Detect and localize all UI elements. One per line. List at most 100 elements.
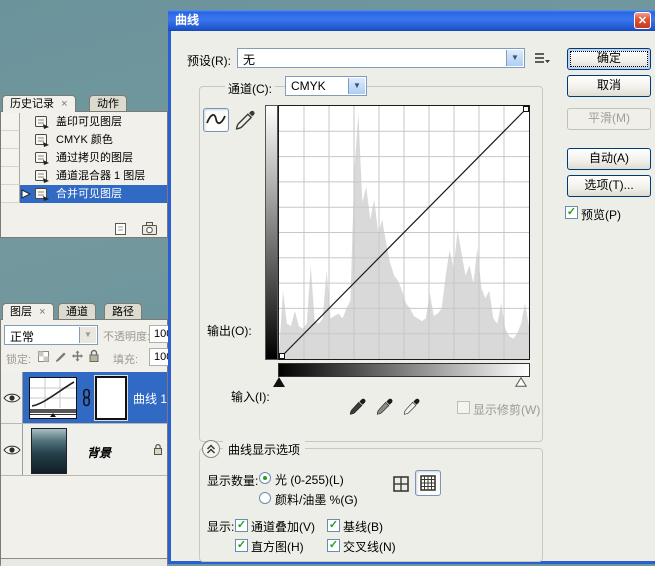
grid-2x2-icon[interactable] [393, 476, 409, 492]
history-source-cell[interactable] [1, 131, 20, 149]
amount-label: 显示数量: [207, 472, 258, 489]
history-panel: 历史记录 × 动作 盖印可见图层 CMYK 颜色 通过拷贝的图层 [0, 95, 168, 238]
pigment-radio[interactable] [259, 492, 271, 504]
opacity-field[interactable]: 100% [149, 325, 169, 343]
tab-close-icon[interactable]: × [61, 98, 67, 110]
history-source-cell[interactable] [1, 185, 20, 203]
layer-row-curves[interactable]: 曲线 1 [1, 372, 167, 424]
highlight-input-slider[interactable] [515, 377, 527, 387]
shadow-input-slider[interactable] [273, 377, 285, 387]
preview-checkbox[interactable]: ✓ [565, 206, 578, 219]
preset-label: 预设(R): [187, 52, 231, 69]
history-brush-pointer-icon[interactable] [21, 189, 31, 199]
history-item-label: CMYK 颜色 [56, 131, 113, 149]
background-lock-icon [153, 443, 163, 456]
preset-select[interactable]: 无 ▼ [237, 48, 525, 68]
layer-row-background[interactable]: 背景 [1, 424, 167, 476]
detailed-grid-button[interactable] [415, 470, 441, 496]
history-source-cell[interactable] [1, 149, 20, 167]
history-item[interactable]: CMYK 颜色 [1, 131, 167, 149]
light-radio[interactable] [259, 472, 271, 484]
history-item[interactable]: 通道混合器 1 图层 [1, 167, 167, 185]
preview-label: 预览(P) [581, 206, 621, 223]
lock-brush-icon[interactable] [54, 350, 67, 363]
lock-all-icon[interactable] [88, 349, 100, 363]
tab-actions[interactable]: 动作 [89, 95, 127, 112]
visibility-toggle[interactable] [1, 424, 23, 475]
curve-graph[interactable] [278, 105, 530, 360]
curve-tool-button[interactable] [203, 108, 229, 132]
history-source-cell[interactable] [1, 113, 20, 131]
eye-icon [3, 444, 21, 456]
pencil-tool-icon[interactable] [233, 108, 257, 132]
new-document-from-state-icon[interactable] [113, 222, 128, 236]
layers-panel: 图层 × 通道 路径 正常 ▼ 不透明度: 100% 锁定: 填充: 100% [0, 303, 168, 564]
close-button[interactable]: ✕ [634, 12, 651, 29]
gray-point-eyedropper-icon[interactable] [376, 398, 393, 417]
black-point-eyedropper-icon[interactable] [349, 398, 366, 417]
channel-overlay-checkbox[interactable]: ✓ [235, 519, 248, 532]
history-item[interactable]: 盖印可见图层 [1, 113, 167, 131]
ok-button[interactable]: 确定 [567, 48, 651, 70]
visibility-toggle[interactable] [1, 372, 23, 423]
tab-history[interactable]: 历史记录 × [2, 95, 76, 112]
history-list: 盖印可见图层 CMYK 颜色 通过拷贝的图层 通道混合器 1 图层 [1, 113, 167, 203]
history-source-cell[interactable] [1, 167, 20, 185]
preset-options-icon[interactable] [533, 51, 551, 66]
options-button[interactable]: 选项(T)... [567, 175, 651, 197]
chevron-down-icon[interactable]: ▼ [506, 50, 523, 66]
layer-mask-thumbnail[interactable] [95, 376, 127, 420]
histogram-checkbox[interactable]: ✓ [235, 539, 248, 552]
curves-dialog: 曲线 ✕ 预设(R): 无 ▼ 确定 取消 平滑(M) 自动(A) 选项(T).… [168, 10, 655, 564]
blend-mode-value: 正常 [10, 328, 34, 345]
options-button-label: 选项(T)... [584, 178, 633, 192]
background-thumbnail[interactable] [31, 428, 67, 474]
history-item[interactable]: 通过拷贝的图层 [1, 149, 167, 167]
history-item-label: 通过拷贝的图层 [56, 149, 133, 167]
history-item-selected[interactable]: 合并可见图层 [1, 185, 167, 203]
auto-button[interactable]: 自动(A) [567, 148, 651, 170]
channel-overlay-label: 通道叠加(V) [251, 518, 315, 535]
link-icon[interactable] [81, 388, 92, 407]
dialog-titlebar[interactable]: 曲线 ✕ [168, 10, 655, 31]
opacity-label: 不透明度: [103, 328, 150, 344]
chevron-down-icon[interactable]: ▼ [79, 327, 96, 343]
blend-mode-select[interactable]: 正常 ▼ [4, 325, 98, 345]
input-label: 输入(I): [231, 388, 270, 405]
tab-actions-label: 动作 [97, 98, 119, 110]
display-options-header: 曲线显示选项 [223, 441, 305, 458]
curves-adjustment-thumbnail[interactable] [29, 377, 77, 419]
lock-transparency-icon[interactable] [37, 350, 50, 363]
history-state-icon [34, 115, 50, 129]
chevron-down-icon[interactable]: ▼ [348, 78, 365, 94]
fill-label: 填充: [113, 351, 138, 367]
tab-channels[interactable]: 通道 [58, 303, 96, 320]
tab-paths[interactable]: 路径 [104, 303, 142, 320]
channel-select[interactable]: CMYK ▼ [285, 76, 367, 96]
curve-icon [204, 109, 228, 131]
baseline-checkbox[interactable]: ✓ [327, 519, 340, 532]
history-item-label: 盖印可见图层 [56, 113, 122, 131]
histogram-label: 直方图(H) [251, 538, 304, 555]
intersection-checkbox[interactable]: ✓ [327, 539, 340, 552]
show-clipping-label: 显示修剪(W) [473, 401, 540, 418]
smooth-button: 平滑(M) [567, 108, 651, 130]
collapse-button[interactable] [202, 440, 220, 458]
lock-move-icon[interactable] [71, 350, 84, 363]
new-snapshot-camera-icon[interactable] [141, 221, 158, 236]
preset-value: 无 [243, 51, 255, 68]
white-point-eyedropper-icon[interactable] [403, 398, 420, 417]
grid-4x4-icon [420, 475, 436, 491]
tab-close-icon[interactable]: × [39, 306, 45, 318]
baseline-label: 基线(B) [343, 518, 383, 535]
cancel-button[interactable]: 取消 [567, 75, 651, 97]
pigment-radio-label: 颜料/油墨 %(G) [275, 491, 358, 508]
tab-history-label: 历史记录 [10, 98, 54, 110]
fill-field[interactable]: 100% [149, 348, 169, 366]
history-panel-body: 盖印可见图层 CMYK 颜色 通过拷贝的图层 通道混合器 1 图层 [0, 111, 168, 238]
layer-selected-area[interactable]: 曲线 1 [23, 372, 167, 423]
layer-name: 背景 [87, 444, 111, 461]
layers-bottom-bar [1, 558, 167, 566]
lock-label: 锁定: [6, 351, 31, 367]
tab-layers[interactable]: 图层 × [2, 303, 54, 320]
